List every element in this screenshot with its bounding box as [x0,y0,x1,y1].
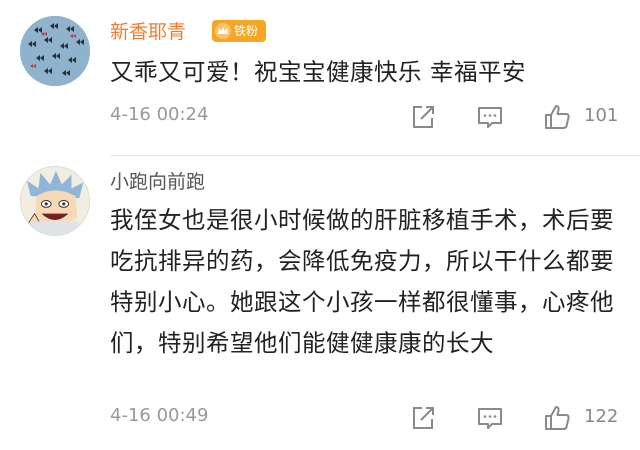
like-button[interactable] [542,403,572,433]
thumbs-up-icon [545,105,570,129]
like-button[interactable] [542,102,572,132]
share-icon [413,407,434,429]
reply-button[interactable] [475,102,505,132]
user-avatar[interactable] [20,16,90,86]
username[interactable]: 小跑向前跑 [110,170,205,194]
butterfly-avatar-icon [20,16,90,86]
fan-badge: 铁粉 [212,20,266,42]
like-count: 122 [584,406,619,427]
comment-meta: 4-16 00:24 101 [110,102,640,132]
anime-character-avatar-icon [21,167,89,235]
thumbs-up-icon [545,406,570,430]
comment-time: 4-16 00:49 [110,405,209,426]
share-button[interactable] [408,102,438,132]
like-count: 101 [584,105,619,126]
comment-time: 4-16 00:24 [110,104,209,125]
comment-meta: 4-16 00:49 122 [110,403,640,433]
comment-text: 又乖又可爱！祝宝宝健康快乐 幸福平安 [110,58,526,86]
username[interactable]: 新香耶青 [110,20,186,44]
comment-item: 新香耶青 铁粉 又乖又可爱！祝宝宝健康快乐 幸福平安 4-16 00:24 10… [0,0,640,156]
comment-item: 小跑向前跑 我侄女也是很小时候做的肝脏移植手术，术后要吃抗排异的药，会降低免疫力… [0,156,640,450]
comment-icon [478,408,502,429]
crown-icon [215,23,231,39]
share-button[interactable] [408,403,438,433]
comment-icon [478,107,502,128]
share-icon [413,106,434,128]
comment-text: 我侄女也是很小时候做的肝脏移植手术，术后要吃抗排异的药，会降低免疫力，所以干什么… [110,206,614,357]
user-avatar[interactable] [20,166,90,236]
badge-label: 铁粉 [234,24,259,38]
reply-button[interactable] [475,403,505,433]
